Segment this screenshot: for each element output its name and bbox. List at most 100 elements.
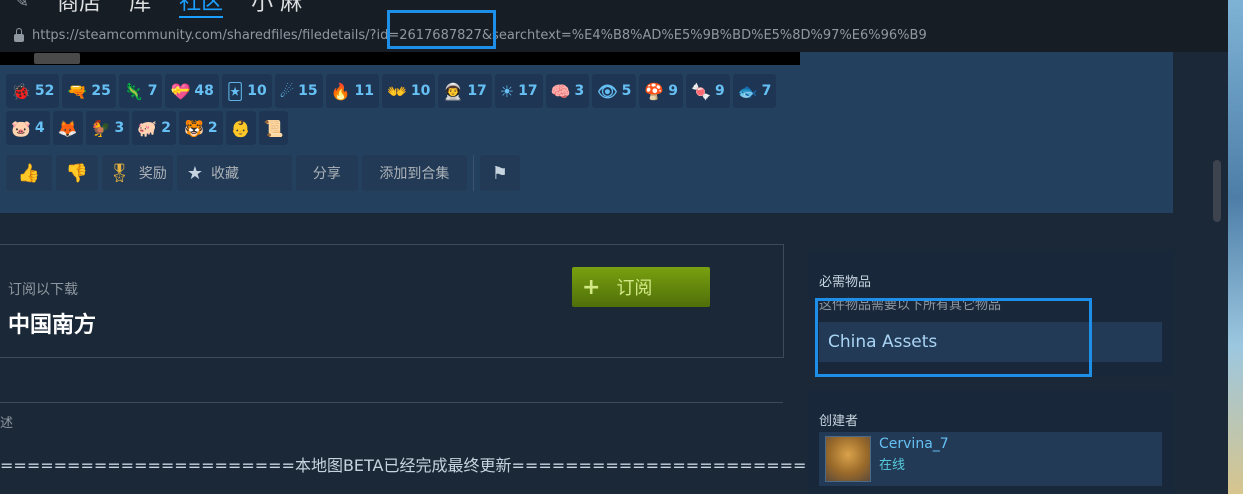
creator-heading: 创建者 bbox=[819, 414, 859, 429]
mushroom-icon: 🍄 bbox=[644, 81, 665, 101]
award-chip[interactable]: 🍄 9 bbox=[639, 74, 684, 108]
award-chip[interactable]: 🧠 3 bbox=[545, 74, 590, 108]
media-panel: 🐞 52 🔫 25 🦎 7 💝 48 🃏 10 ☄ 15 🔥 11 👐 10 👨‍🚀 17 ☀ 17 🧠 3 👁 5 🍄 9 🍬 9 🐟… bbox=[0, 52, 1173, 213]
nav-community[interactable]: 社区 bbox=[179, 0, 224, 18]
report-button[interactable]: ⚑ bbox=[479, 155, 520, 191]
desktop-background bbox=[1228, 0, 1243, 494]
flag-icon: ⚑ bbox=[491, 162, 508, 184]
nav-library[interactable]: 库 bbox=[129, 0, 151, 17]
award-count: 15 bbox=[298, 83, 318, 99]
award-chip[interactable]: 🃏 10 bbox=[221, 74, 272, 108]
thumbs-down-button[interactable]: 👎 bbox=[56, 155, 98, 191]
candy-icon: 🍬 bbox=[691, 81, 711, 101]
video-player[interactable] bbox=[0, 52, 800, 65]
highlight-box-required-item bbox=[815, 298, 1092, 377]
award-chip[interactable]: ☀ 17 bbox=[494, 74, 543, 108]
award-chip[interactable]: 🐷 4 bbox=[6, 111, 50, 145]
award-count: 2 bbox=[161, 120, 171, 136]
fish-icon: 🐟 bbox=[737, 81, 758, 101]
scrollbar-thumb[interactable] bbox=[1213, 160, 1221, 222]
award-chip[interactable]: 🔫 25 bbox=[62, 74, 116, 108]
award-count: 7 bbox=[147, 83, 158, 99]
divider bbox=[472, 155, 474, 191]
nav-user[interactable]: 小 麻 bbox=[251, 0, 302, 17]
add-to-collection-button[interactable]: 添加到合集 bbox=[361, 155, 467, 191]
tiger-icon: 🐯 bbox=[183, 118, 204, 138]
award-chip[interactable]: 🐯 2 bbox=[178, 111, 223, 145]
award-count: 3 bbox=[114, 120, 125, 136]
award-chip[interactable]: 👨‍🚀 17 bbox=[438, 74, 492, 108]
award-chip[interactable]: 👐 10 bbox=[381, 74, 436, 108]
eye-icon: 👁 bbox=[597, 81, 618, 101]
heart-box-icon: 💝 bbox=[170, 81, 191, 101]
lizard-icon: 🦎 bbox=[123, 81, 144, 101]
star-icon: ★ bbox=[186, 162, 203, 184]
nav-store[interactable]: 商店 bbox=[57, 0, 101, 17]
item-title: 中国南方 bbox=[8, 313, 97, 338]
award-chip[interactable]: 💝 48 bbox=[165, 74, 219, 108]
thumbs-down-icon: 👎 bbox=[65, 162, 89, 184]
creator-name[interactable]: Cervina_7 bbox=[879, 436, 949, 452]
award-chip[interactable]: 👶 bbox=[225, 111, 256, 145]
add-to-collection-label: 添加到合集 bbox=[379, 166, 450, 182]
avatar[interactable] bbox=[825, 436, 871, 482]
award-chip[interactable]: 🦎 7 bbox=[118, 74, 163, 108]
highlight-box-url-id bbox=[387, 10, 496, 49]
award-count: 52 bbox=[34, 83, 55, 99]
pig-heart-icon: 🐖 bbox=[137, 118, 158, 138]
steam-nav: ✎ 商店 库 社区 小 麻 bbox=[0, 0, 302, 18]
award-chip[interactable]: 🐓 3 bbox=[85, 111, 130, 145]
baby-icon: 👶 bbox=[230, 118, 251, 138]
card-icon: 🃏 bbox=[226, 81, 244, 101]
browser-top-bar: ✎ 商店 库 社区 小 麻 https://steamcommunity.com… bbox=[0, 0, 1228, 52]
award-count: 17 bbox=[518, 83, 538, 99]
award-count: 10 bbox=[247, 83, 267, 99]
share-label: 分享 bbox=[312, 166, 341, 182]
award-count: 3 bbox=[574, 83, 585, 99]
action-bar: 👍 👎 🎖 奖励 ★ 收藏 分享 添加到合集 ⚑ bbox=[6, 155, 520, 191]
thumbs-up-icon: 👍 bbox=[17, 162, 41, 184]
award-count: 11 bbox=[354, 83, 374, 99]
bug-icon: 🐞 bbox=[11, 81, 31, 101]
award-chip[interactable]: ☄ 15 bbox=[274, 74, 323, 108]
award-chip[interactable]: 🐟 7 bbox=[732, 74, 777, 108]
award-chip[interactable]: 🍬 9 bbox=[686, 74, 730, 108]
video-progress-handle[interactable] bbox=[34, 53, 80, 64]
fire-hut-icon: 🔥 bbox=[330, 81, 351, 101]
award-count: 2 bbox=[207, 120, 218, 136]
fox-icon: 🦊 bbox=[57, 118, 78, 138]
hands-icon: 👐 bbox=[386, 81, 407, 101]
description-text: ======================本地图BETA已经完成最终更新===… bbox=[0, 456, 820, 475]
description-label: 述 bbox=[0, 416, 14, 431]
award-count: 10 bbox=[410, 83, 431, 99]
subscribe-hint: 订阅以下载 bbox=[8, 282, 78, 298]
comet-icon: ☄ bbox=[279, 81, 295, 101]
brain-icon: 🧠 bbox=[550, 81, 571, 101]
astronaut-icon: 👨‍🚀 bbox=[443, 81, 464, 101]
award-ribbon-icon: 🎖 bbox=[108, 162, 131, 184]
award-count: 9 bbox=[668, 83, 679, 99]
share-button[interactable]: 分享 bbox=[295, 155, 358, 191]
award-chip[interactable]: 🔥 11 bbox=[325, 74, 379, 108]
award-chip[interactable]: 🐞 52 bbox=[6, 74, 60, 108]
creator-status: 在线 bbox=[879, 458, 906, 473]
award-chip[interactable]: 🐖 2 bbox=[132, 111, 176, 145]
required-heading: 必需物品 bbox=[819, 275, 872, 290]
award-count: 4 bbox=[34, 120, 45, 136]
award-chip[interactable]: 🦊 bbox=[52, 111, 83, 145]
award-count: 48 bbox=[194, 83, 214, 99]
award-chip[interactable]: 👁 5 bbox=[592, 74, 637, 108]
award-count: 25 bbox=[91, 83, 111, 99]
subscribe-button[interactable]: + 订阅 bbox=[572, 267, 710, 307]
subscribe-label: 订阅 bbox=[616, 278, 653, 299]
creator-row[interactable]: Cervina_7 在线 bbox=[819, 432, 1162, 486]
divider bbox=[0, 402, 783, 403]
pig-icon: 🐷 bbox=[11, 118, 31, 138]
lock-icon bbox=[14, 28, 24, 42]
award-label: 奖励 bbox=[138, 166, 167, 182]
award-chip[interactable]: 📜 bbox=[258, 111, 289, 145]
thumbs-up-button[interactable]: 👍 bbox=[6, 155, 52, 191]
award-count: 5 bbox=[621, 83, 632, 99]
favorite-button[interactable]: ★ 收藏 bbox=[176, 155, 292, 191]
award-button[interactable]: 🎖 奖励 bbox=[102, 155, 173, 191]
